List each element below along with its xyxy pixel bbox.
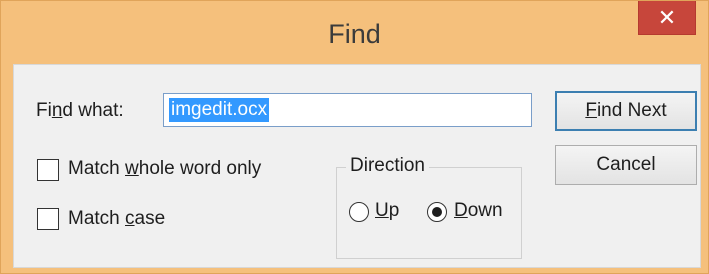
dialog-title: Find <box>328 19 381 49</box>
radio-selected-dot <box>432 207 442 217</box>
direction-down-label[interactable]: Down <box>454 200 503 222</box>
direction-group-title: Direction <box>346 155 429 177</box>
match-case-label-part: Match <box>68 208 126 229</box>
find-what-accelerator: n <box>51 100 63 121</box>
match-whole-word-accelerator: w <box>125 158 139 179</box>
direction-up-label-part: p <box>388 200 400 221</box>
match-case-checkbox[interactable] <box>37 208 59 230</box>
match-case-label-part: ase <box>134 208 166 229</box>
direction-up-label[interactable]: Up <box>375 200 399 222</box>
find-next-accelerator: F <box>585 100 597 121</box>
find-what-label: Find what: <box>36 100 124 122</box>
find-what-label-part: d what: <box>62 100 124 121</box>
find-what-value: imgedit.ocx <box>169 98 270 122</box>
match-whole-word-label-part: Match <box>68 158 126 179</box>
close-icon: ✕ <box>657 4 677 30</box>
find-what-label-part: Fi <box>36 100 52 121</box>
title-bar[interactable]: Find ✕ <box>1 1 708 63</box>
direction-up-radio[interactable] <box>349 202 369 222</box>
direction-up-accelerator: U <box>375 200 389 221</box>
match-whole-word-label[interactable]: Match whole word only <box>68 158 261 180</box>
match-whole-word-checkbox[interactable] <box>37 159 59 181</box>
find-dialog: Find ✕ Find what: imgedit.ocx Find Next … <box>0 0 709 274</box>
find-next-button[interactable]: Find Next <box>555 91 697 131</box>
match-case-label[interactable]: Match case <box>68 208 165 230</box>
direction-down-label-part: own <box>467 200 503 221</box>
find-what-input[interactable]: imgedit.ocx <box>163 93 532 127</box>
direction-down-radio[interactable] <box>427 202 447 222</box>
direction-down-accelerator: D <box>454 200 468 221</box>
match-whole-word-label-part: hole word only <box>138 158 262 179</box>
cancel-label: Cancel <box>596 154 656 175</box>
close-button[interactable]: ✕ <box>638 1 696 35</box>
find-next-label: ind Next <box>596 100 667 121</box>
cancel-button[interactable]: Cancel <box>555 145 697 185</box>
dialog-client-area: Find what: imgedit.ocx Find Next Cancel … <box>13 64 701 268</box>
match-case-accelerator: c <box>125 208 135 229</box>
